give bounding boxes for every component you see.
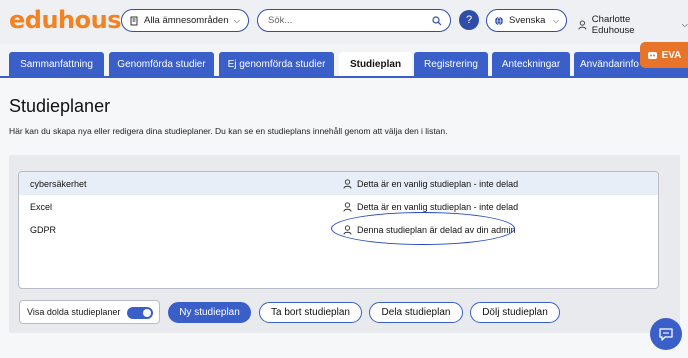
list-item[interactable]: Excel Detta är en vanlig studieplan - in… [19,195,658,218]
user-icon [578,20,587,30]
highlight-ellipse [331,212,515,245]
delete-plan-button[interactable]: Ta bort studieplan [259,302,362,323]
tab-genomforda-studier[interactable]: Genomförda studier [109,52,214,77]
toggle-switch[interactable] [127,307,153,319]
plan-name: cybersäkerhet [30,178,87,189]
chevron-down-icon: ⌵ [233,16,240,25]
plan-name: GDPR [30,224,57,235]
user-name: Charlotte Eduhouse [591,14,635,36]
user-menu[interactable]: Charlotte Eduhouse ⌵ [578,14,688,36]
user-icon [343,201,352,212]
plan-status-text: Detta är en vanlig studieplan - inte del… [357,201,519,212]
show-hidden-label: Visa dolda studieplaner [27,307,121,317]
eva-assistant-button[interactable]: EVA [640,42,688,68]
subject-icon [130,16,138,25]
tab-bar: Sammanfattning Genomförda studier Ej gen… [0,52,688,77]
tab-studieplan[interactable]: Studieplan [339,52,412,77]
tab-sammanfattning[interactable]: Sammanfattning [9,52,104,77]
subject-area-select[interactable]: Alla ämnesområden ⌵ [121,9,249,32]
language-label: Svenska [509,15,546,26]
plan-status: Detta är en vanlig studieplan - inte del… [343,202,518,212]
chevron-down-icon: ⌵ [552,16,559,25]
page-intro: Här kan du skapa nya eller redigera dina… [9,126,448,136]
help-button[interactable]: ? [459,10,479,30]
subject-select-label: Alla ämnesområden [144,15,229,26]
plan-status: Detta är en vanlig studieplan - inte del… [343,179,518,189]
language-select[interactable]: Svenska ⌵ [486,9,567,32]
top-bar: eduhouse Alla ämnesområden ⌵ Sök... ? Sv… [0,0,688,44]
search-icon[interactable] [432,16,442,26]
new-plan-button[interactable]: Ny studieplan [168,302,251,323]
globe-icon [495,16,503,25]
show-hidden-toggle[interactable]: Visa dolda studieplaner [19,300,160,324]
share-plan-button[interactable]: Dela studieplan [369,302,463,323]
eva-label: EVA [661,49,682,61]
tab-registrering[interactable]: Registrering [414,52,488,77]
user-icon [343,178,352,189]
toggle-knob [143,309,151,317]
list-item[interactable]: cybersäkerhet Detta är en vanlig studiep… [19,172,658,195]
tab-ej-genomforda-studier[interactable]: Ej genomförda studier [219,52,334,77]
eduhouse-logo[interactable]: eduhouse [9,6,137,34]
page-title: Studieplaner [9,96,111,116]
chevron-down-icon: ⌵ [681,20,688,29]
chat-icon [659,327,673,341]
robot-icon [647,52,657,59]
hide-plan-button[interactable]: Dölj studieplan [470,302,560,323]
chat-button[interactable] [650,318,682,350]
plan-name: Excel [30,201,53,212]
tab-anteckningar[interactable]: Anteckningar [492,52,570,77]
search-input[interactable]: Sök... [257,9,451,32]
plan-status-text: Detta är en vanlig studieplan - inte del… [357,178,519,189]
search-placeholder: Sök... [268,15,293,26]
